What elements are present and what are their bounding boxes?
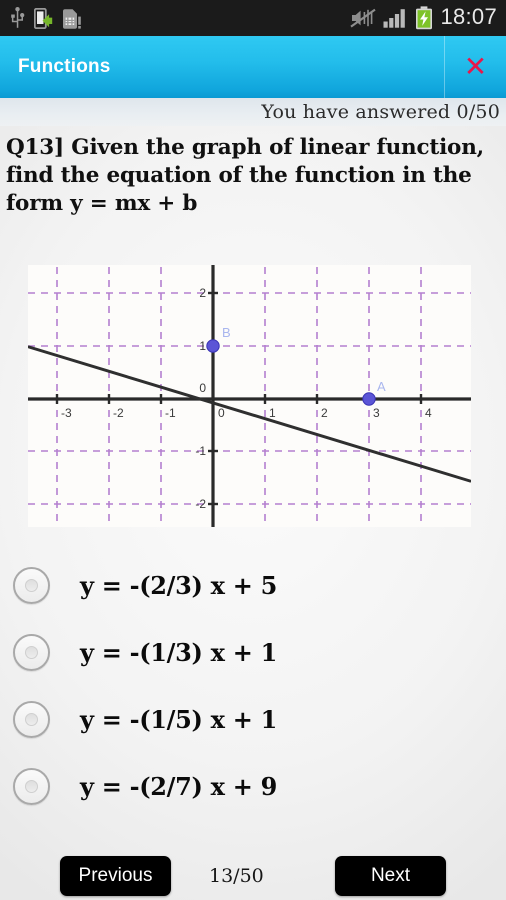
point-a-marker (362, 392, 376, 406)
answer-option-label-0: y = -(2/3) x + 5 (80, 571, 277, 600)
answer-option-label-1: y = -(1/3) x + 1 (80, 638, 277, 667)
answer-option-0[interactable]: y = -(2/3) x + 5 (0, 552, 506, 619)
status-bar-left-icons (0, 7, 82, 29)
page-title: Functions (18, 56, 111, 77)
close-button[interactable]: ✕ (444, 36, 506, 98)
mute-vibrate-off-icon (350, 8, 377, 28)
radio-dot-icon (25, 780, 38, 793)
quiz-screen: 18:07 Functions ✕ You have answered 0/50… (0, 0, 506, 900)
graph-background (28, 265, 471, 527)
point-b-marker (206, 339, 220, 353)
question-text: Q13] Given the graph of linear function,… (6, 135, 484, 216)
graph-svg: -3 -2 -1 0 1 2 3 4 2 1 0 -1 -2 B A (28, 265, 471, 527)
answered-count-label: You have answered 0/50 (261, 101, 500, 123)
svg-text:0: 0 (218, 406, 225, 420)
next-button[interactable]: Next (335, 856, 446, 896)
svg-text:-1: -1 (195, 444, 206, 458)
radio-dot-icon (25, 713, 38, 726)
question-content: Q13] Given the graph of linear function,… (0, 126, 506, 900)
svg-text:-2: -2 (195, 497, 206, 511)
answered-progress-bar: You have answered 0/50 (0, 98, 506, 126)
point-b-label: B (222, 325, 231, 340)
previous-button[interactable]: Previous (60, 856, 171, 896)
answer-option-label-2: y = -(1/5) x + 1 (80, 705, 277, 734)
radio-dot-icon (25, 579, 38, 592)
radio-button-1[interactable] (13, 634, 50, 671)
svg-text:-1: -1 (165, 406, 176, 420)
answer-option-label-3: y = -(2/7) x + 9 (80, 772, 277, 801)
sim-card-alert-icon (63, 8, 81, 29)
svg-text:4: 4 (425, 406, 432, 420)
navigation-footer: Previous 13/50 Next (0, 852, 506, 900)
app-title-bar: Functions ✕ (0, 36, 506, 98)
answer-option-3[interactable]: y = -(2/7) x + 9 (0, 753, 506, 820)
signal-bars-icon (383, 9, 406, 28)
function-graph-figure: -3 -2 -1 0 1 2 3 4 2 1 0 -1 -2 B A (28, 265, 471, 527)
svg-text:3: 3 (373, 406, 380, 420)
radio-dot-icon (25, 646, 38, 659)
status-bar-clock: 18:07 (440, 4, 497, 29)
point-a-label: A (377, 379, 386, 394)
answer-option-2[interactable]: y = -(1/5) x + 1 (0, 686, 506, 753)
radio-button-3[interactable] (13, 768, 50, 805)
svg-text:2: 2 (321, 406, 328, 420)
answer-options-list: y = -(2/3) x + 5 y = -(1/3) x + 1 y = -(… (0, 552, 506, 820)
svg-text:2: 2 (199, 286, 206, 300)
svg-text:-2: -2 (113, 406, 124, 420)
battery-charging-icon (416, 6, 433, 30)
usb-icon (11, 7, 25, 28)
close-icon: ✕ (463, 50, 488, 83)
answer-option-1[interactable]: y = -(1/3) x + 1 (0, 619, 506, 686)
question-counter: 13/50 (209, 865, 264, 887)
radio-button-0[interactable] (13, 567, 50, 604)
status-bar-right-icons: 18:07 (350, 6, 506, 30)
svg-text:1: 1 (199, 339, 206, 353)
status-bar: 18:07 (0, 0, 506, 36)
svg-text:0: 0 (199, 381, 206, 395)
radio-button-2[interactable] (13, 701, 50, 738)
svg-text:1: 1 (269, 406, 276, 420)
svg-text:-3: -3 (61, 406, 72, 420)
phone-transfer-icon (34, 7, 53, 29)
